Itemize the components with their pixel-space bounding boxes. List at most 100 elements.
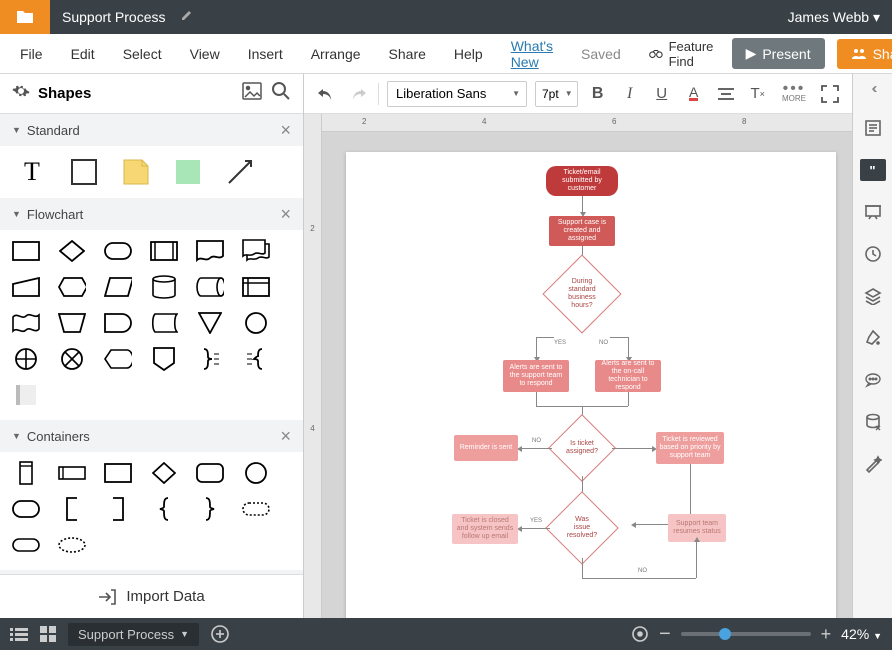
shape-terminator[interactable]	[104, 240, 132, 262]
presentation-icon[interactable]	[862, 201, 884, 223]
text-color-button[interactable]: A	[682, 82, 706, 106]
shape-document[interactable]	[196, 240, 224, 262]
zoom-out-button[interactable]: −	[659, 623, 671, 646]
magic-icon[interactable]	[862, 453, 884, 475]
menu-edit[interactable]: Edit	[59, 40, 107, 68]
shape-note[interactable]	[120, 156, 152, 188]
notes-icon[interactable]	[862, 117, 884, 139]
page[interactable]: Ticket/email submitted by customer Suppo…	[346, 152, 836, 618]
shape-brace-open[interactable]	[150, 498, 178, 520]
close-icon[interactable]: ×	[280, 426, 291, 447]
shape-paper-tape[interactable]	[12, 312, 40, 334]
shape-note-icon[interactable]	[12, 384, 40, 406]
node-ticket-submitted[interactable]: Ticket/email submitted by customer	[546, 166, 618, 196]
menu-select[interactable]: Select	[111, 40, 174, 68]
shape-brace-close[interactable]	[196, 498, 224, 520]
menu-help[interactable]: Help	[442, 40, 495, 68]
italic-button[interactable]: I	[618, 82, 642, 106]
feature-find[interactable]: Feature Find	[649, 39, 720, 69]
node-issue-resolved[interactable]: Was issue resolved?	[556, 502, 608, 554]
zoom-target-icon[interactable]	[631, 625, 649, 643]
shape-preparation[interactable]	[58, 276, 86, 298]
shape-container-circle[interactable]	[242, 462, 270, 484]
data-icon[interactable]	[862, 411, 884, 433]
shape-direct-data[interactable]	[196, 276, 224, 298]
node-business-hours[interactable]: During standard business hours?	[554, 266, 610, 322]
node-reminder[interactable]: Reminder is sent	[454, 435, 518, 461]
shape-lane-h[interactable]	[58, 462, 86, 484]
menu-share[interactable]: Share	[377, 40, 438, 68]
undo-button[interactable]	[314, 82, 338, 106]
shape-brace-right[interactable]	[196, 348, 224, 370]
comments-icon[interactable]: "	[860, 159, 886, 181]
shape-bracket-r[interactable]	[104, 498, 132, 520]
shape-connector[interactable]	[242, 312, 270, 334]
node-ticket-assigned[interactable]: Is ticket assigned?	[558, 424, 606, 472]
share-button[interactable]: Share	[837, 39, 892, 69]
shape-display[interactable]	[104, 348, 132, 370]
align-button[interactable]	[714, 82, 738, 106]
shape-or[interactable]	[12, 348, 40, 370]
page-tab[interactable]: Support Process ▼	[68, 623, 199, 646]
shape-delay[interactable]	[104, 312, 132, 334]
shape-ellipse-dashed[interactable]	[58, 534, 86, 556]
shape-database[interactable]	[150, 276, 178, 298]
shape-bracket-l[interactable]	[58, 498, 86, 520]
user-menu[interactable]: James Webb ▾	[776, 9, 892, 26]
grid-view-icon[interactable]	[40, 626, 56, 642]
shape-predefined[interactable]	[150, 240, 178, 262]
zoom-percent[interactable]: 42% ▼	[841, 626, 882, 642]
clear-format-button[interactable]: T×	[746, 82, 770, 106]
bold-button[interactable]: B	[586, 82, 610, 106]
shape-rect-dashed[interactable]	[12, 534, 40, 556]
shape-container-diamond[interactable]	[150, 462, 178, 484]
collapse-rail-button[interactable]: ‹‹	[872, 80, 874, 97]
node-alert-support[interactable]: Alerts are sent to the support team to r…	[503, 360, 569, 392]
layers-icon[interactable]	[862, 285, 884, 307]
import-data-button[interactable]: Import Data	[0, 574, 303, 618]
menu-view[interactable]: View	[178, 40, 232, 68]
shape-off-page[interactable]	[150, 348, 178, 370]
close-icon[interactable]: ×	[280, 120, 291, 141]
node-case-created[interactable]: Support case is created and assigned	[549, 216, 615, 246]
shape-decision[interactable]	[58, 240, 86, 262]
present-button[interactable]: ▶ Present	[732, 38, 825, 69]
edit-title-icon[interactable]	[180, 8, 194, 27]
gear-icon[interactable]	[12, 82, 30, 105]
add-page-button[interactable]	[211, 625, 229, 643]
node-alert-oncall[interactable]: Alerts are sent to the on-call technicia…	[595, 360, 661, 392]
underline-button[interactable]: U	[650, 82, 674, 106]
node-reviewed[interactable]: Ticket is reviewed based on priority by …	[656, 432, 724, 464]
font-family-select[interactable]: Liberation Sans	[387, 81, 527, 107]
shape-container-rect[interactable]	[104, 462, 132, 484]
list-view-icon[interactable]	[10, 627, 28, 641]
paint-icon[interactable]	[862, 327, 884, 349]
shape-data[interactable]	[104, 276, 132, 298]
section-header-standard[interactable]: ▼ Standard ×	[0, 114, 303, 146]
shape-merge[interactable]	[196, 312, 224, 334]
shape-process[interactable]	[12, 240, 40, 262]
menu-file[interactable]: File	[8, 40, 55, 68]
shape-summing[interactable]	[58, 348, 86, 370]
redo-button[interactable]	[346, 82, 370, 106]
font-size-select[interactable]: 7pt	[535, 81, 578, 107]
node-ticket-closed[interactable]: Ticket is closed and system sends follow…	[452, 514, 518, 544]
menu-whats-new[interactable]: What's New	[499, 32, 565, 76]
shape-lane-v[interactable]	[12, 462, 40, 484]
menu-insert[interactable]: Insert	[236, 40, 295, 68]
zoom-slider[interactable]	[681, 632, 811, 636]
fullscreen-button[interactable]	[818, 82, 842, 106]
shape-rectangle[interactable]	[68, 156, 100, 188]
shape-arrow-line[interactable]	[224, 156, 256, 188]
shape-container-pill[interactable]	[12, 498, 40, 520]
shape-container-rounded[interactable]	[196, 462, 224, 484]
zoom-in-button[interactable]: +	[821, 624, 832, 645]
search-icon[interactable]	[271, 81, 291, 106]
close-icon[interactable]: ×	[280, 204, 291, 225]
shape-internal-storage[interactable]	[242, 276, 270, 298]
chat-icon[interactable]	[862, 369, 884, 391]
shape-manual-op[interactable]	[58, 312, 86, 334]
menu-arrange[interactable]: Arrange	[299, 40, 373, 68]
shape-block[interactable]	[172, 156, 204, 188]
shape-pill-dashed[interactable]	[242, 498, 270, 520]
